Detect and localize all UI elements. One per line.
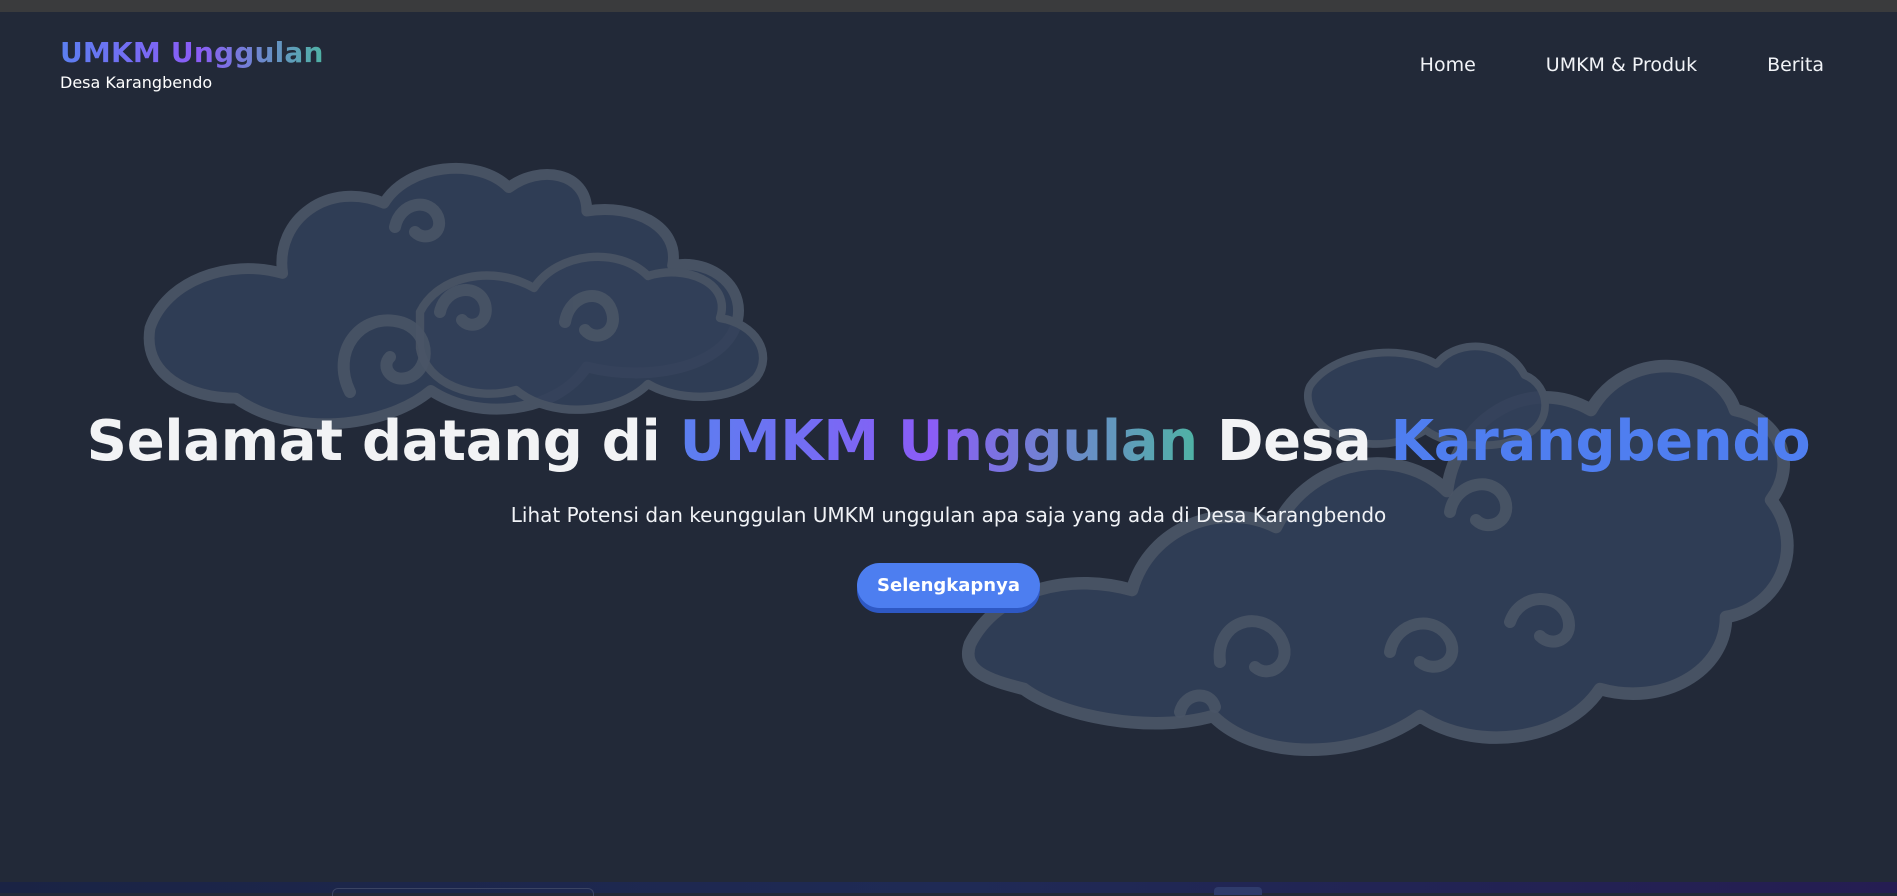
page: UMKM Unggulan Desa Karangbendo Home UMKM… — [0, 12, 1897, 882]
hero-title: Selamat datang di UMKM Unggulan Desa Kar… — [0, 407, 1897, 477]
browser-top-strip — [0, 0, 1897, 12]
hero-title-highlight: UMKM Unggulan — [679, 409, 1198, 474]
taskbar-item[interactable] — [332, 888, 594, 896]
selengkapnya-button[interactable]: Selengkapnya — [857, 563, 1040, 608]
hero-title-desa: Desa — [1217, 409, 1372, 474]
hero-subtitle: Lihat Potensi dan keunggulan UMKM unggul… — [510, 503, 1387, 527]
hero-section: Selamat datang di UMKM Unggulan Desa Kar… — [0, 407, 1897, 608]
brand-title[interactable]: UMKM Unggulan — [60, 36, 324, 70]
hero-title-intro: Selamat datang di — [86, 409, 661, 474]
taskbar-strip — [0, 882, 1897, 896]
brand[interactable]: UMKM Unggulan Desa Karangbendo — [60, 36, 324, 94]
nav-item-berita[interactable]: Berita — [1767, 54, 1824, 76]
main-nav: Home UMKM & Produk Berita — [1420, 54, 1824, 76]
hero-title-place: Karangbendo — [1390, 409, 1811, 474]
brand-subtitle: Desa Karangbendo — [60, 73, 213, 92]
taskbar-app-icon[interactable] — [1214, 887, 1262, 895]
nav-item-home[interactable]: Home — [1420, 54, 1476, 76]
nav-item-umkm-produk[interactable]: UMKM & Produk — [1546, 54, 1697, 76]
